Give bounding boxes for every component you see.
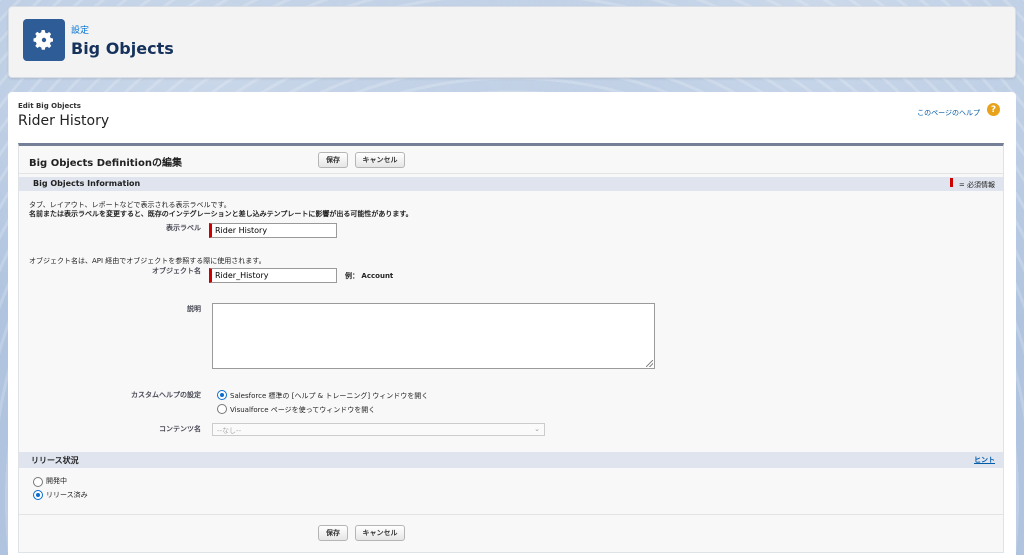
content-name-value: --なし-- <box>217 427 242 435</box>
content-name-label: コンテンツ名 <box>159 425 201 433</box>
page-subtitle: Edit Big Objects <box>18 102 81 110</box>
cancel-button-bottom[interactable]: キャンセル <box>355 525 405 541</box>
radio-help-visualforce[interactable] <box>217 404 227 414</box>
save-button-top[interactable]: 保存 <box>318 152 348 168</box>
setup-header: 設定 Big Objects <box>8 6 1016 78</box>
object-name-label: オブジェクト名 <box>152 267 201 275</box>
form-header: Big Objects Definitionの編集 保存 キャンセル <box>19 146 1003 174</box>
required-legend: = 必須情報 <box>958 181 995 189</box>
hint-link[interactable]: ヒント <box>974 455 995 465</box>
page-header-title: Big Objects <box>71 39 174 58</box>
section-title-info: Big Objects Information <box>33 179 141 188</box>
object-name-input[interactable]: Rider_History <box>209 268 337 283</box>
description-label: 説明 <box>187 305 201 313</box>
help-for-this-page-link[interactable]: このページのヘルプ <box>917 108 980 118</box>
section-title-release: リリース状況 <box>31 456 79 465</box>
radio-help-standard[interactable] <box>217 390 227 400</box>
radio-status-released[interactable] <box>33 490 43 500</box>
required-marker <box>950 178 953 187</box>
radio-status-dev-label: 開発中 <box>46 477 67 485</box>
gear-icon <box>23 19 65 61</box>
save-button-bottom[interactable]: 保存 <box>318 525 348 541</box>
radio-help-standard-label: Salesforce 標準の [ヘルプ & トレーニング] ウィンドウを開く <box>230 392 429 400</box>
edit-form: Big Objects Definitionの編集 保存 キャンセル Big O… <box>18 143 1004 553</box>
custom-help-label: カスタムヘルプの設定 <box>131 391 201 399</box>
display-label-input[interactable]: Rider History <box>209 223 337 238</box>
form-title: Big Objects Definitionの編集 <box>29 158 182 169</box>
radio-help-visualforce-label: Visualforce ページを使ってウィンドウを開く <box>230 406 376 414</box>
page-title: Rider History <box>18 113 110 129</box>
section-bar-release: リリース状況 ヒント <box>19 452 1003 468</box>
hint-label-warning: 名前または表示ラベルを変更すると、既存のインテグレーションと差し込みテンプレート… <box>29 210 413 218</box>
section-bar-info: Big Objects Information = 必須情報 <box>19 177 1003 191</box>
main-content: Edit Big Objects Rider History このページのヘルプ… <box>8 92 1016 555</box>
resize-grip-icon[interactable] <box>646 360 653 367</box>
object-name-example: 例： Account <box>345 272 394 280</box>
content-name-select[interactable]: --なし-- ⌄ <box>212 423 545 436</box>
chevron-down-icon: ⌄ <box>534 425 540 433</box>
hint-object-name: オブジェクト名は、API 経由でオブジェクトを参照する際に使用されます。 <box>29 257 266 265</box>
breadcrumb-setup[interactable]: 設定 <box>71 23 89 36</box>
radio-status-dev[interactable] <box>33 477 43 487</box>
display-label-label: 表示ラベル <box>166 224 201 232</box>
footer-divider <box>19 514 1003 515</box>
cancel-button-top[interactable]: キャンセル <box>355 152 405 168</box>
question-icon[interactable]: ? <box>987 103 1000 116</box>
radio-status-released-label: リリース済み <box>46 491 88 499</box>
description-textarea[interactable] <box>212 303 655 369</box>
